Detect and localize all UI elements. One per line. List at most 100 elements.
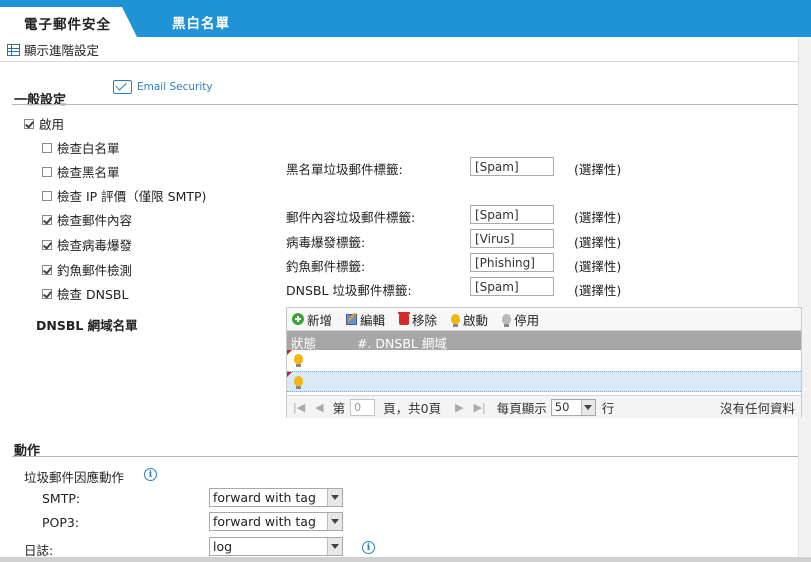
phishing-tag-optional: (選擇性) [574,259,622,274]
checkbox-checked-icon[interactable] [42,239,52,250]
phishing-tag-input[interactable] [470,253,554,272]
tab-black-white-list[interactable]: 黑白名單 [172,12,230,32]
blacklist-spam-tag-label: 黑名單垃圾郵件標籤: [286,162,403,177]
add-button[interactable]: 新增 [292,310,332,329]
check-virus-outbreak-checkbox[interactable]: 檢查病毒爆發 [42,235,132,254]
check-blacklist-checkbox[interactable]: 檢查黑名單 [42,162,120,181]
pop3-action-value: forward with tag [213,514,316,529]
pop3-action-select[interactable]: forward with tag [209,512,343,531]
email-security-logo-text: Email Security [137,81,213,93]
tab-email-security-label: 電子郵件安全 [24,17,111,33]
checkbox-icon[interactable] [42,190,52,201]
general-settings-title: 一般設定 [14,93,67,108]
checkbox-icon[interactable] [42,142,52,153]
table-row-selected[interactable] [287,371,801,392]
enable-label: 啟用 [39,117,65,132]
tab-email-security[interactable]: 電子郵件安全 [0,7,137,37]
virus-outbreak-tag-label: 病毒爆發標籤: [286,235,366,250]
deactivate-button[interactable]: 停用 [502,310,539,329]
per-page-value: 50 [554,400,570,414]
status-lightbulb-on-icon [294,354,303,367]
table-toolbar: 新增 編輯 移除 啟動 停用 [287,308,801,331]
dnsbl-spam-tag-optional: (選擇性) [574,283,622,298]
add-icon [292,313,304,325]
empty-table-text: 沒有任何資料 [719,400,795,416]
remove-label: 移除 [412,312,438,328]
check-dnsbl-checkbox[interactable]: 檢查 DNSBL [42,284,128,303]
checkbox-checked-icon[interactable] [42,214,52,225]
checkbox-checked-icon[interactable] [42,288,52,299]
check-ip-reputation-label: 檢查 IP 評價（僅限 SMTP) [57,189,207,204]
email-security-logo: Email Security [113,80,213,94]
phishing-detection-label: 釣魚郵件檢測 [57,263,133,278]
page-number-input[interactable] [350,398,376,416]
checkbox-checked-icon[interactable] [42,264,52,275]
dnsbl-spam-tag-label: DNSBL 垃圾郵件標籤: [286,283,412,298]
modified-marker-icon [287,350,292,355]
blacklist-spam-tag-optional: (選擇性) [574,162,622,177]
log-select[interactable]: log [209,537,343,556]
info-icon[interactable]: i [144,468,157,481]
status-lightbulb-on-icon [294,376,303,389]
page-total-label: 頁，共0頁 [383,400,442,416]
chevron-down-icon[interactable] [327,538,342,555]
per-page-select[interactable]: 50 [550,398,596,416]
log-value: log [213,539,233,554]
virus-outbreak-tag-optional: (選擇性) [574,235,622,250]
lightbulb-off-icon [502,314,512,327]
show-advanced-settings-label: 顯示進階設定 [24,43,100,58]
smtp-action-select[interactable]: forward with tag [209,488,343,507]
dnsbl-domain-table: 新增 編輯 移除 啟動 停用 狀態 #. DNSBL 網域 |◀ ◀ 第 0 頁… [286,307,802,418]
remove-button[interactable]: 移除 [398,310,438,329]
vertical-scrollbar[interactable] [798,37,811,562]
content-spam-tag-optional: (選擇性) [574,210,622,225]
checkbox-icon[interactable] [42,166,52,177]
phishing-detection-checkbox[interactable]: 釣魚郵件檢測 [42,260,132,279]
table-row[interactable] [287,350,801,371]
blacklist-spam-tag-input[interactable] [470,157,554,176]
per-page-label: 每頁顯示 [496,400,547,416]
trash-icon [398,311,411,325]
smtp-label: SMTP: [42,491,81,506]
virus-outbreak-tag-input[interactable] [470,229,554,248]
check-dnsbl-label: 檢查 DNSBL [57,287,129,302]
edit-button[interactable]: 編輯 [346,310,385,329]
info-icon[interactable]: i [362,541,375,554]
general-settings-divider [12,104,798,105]
checkbox-checked-icon[interactable] [24,118,34,129]
add-label: 新增 [307,312,333,328]
check-mail-content-checkbox[interactable]: 檢查郵件內容 [42,210,132,229]
activate-button[interactable]: 啟動 [451,310,488,329]
dnsbl-spam-tag-input[interactable] [470,277,554,296]
chevron-down-icon[interactable] [327,489,342,506]
last-page-icon[interactable]: ▶| [474,401,486,414]
modified-marker-icon [287,372,292,377]
chevron-down-icon[interactable] [327,513,342,530]
email-security-icon [113,80,132,94]
content-spam-tag-label: 郵件內容垃圾郵件標籤: [286,210,416,225]
deactivate-label: 停用 [514,312,540,328]
phishing-tag-label: 釣魚郵件標籤: [286,259,366,274]
show-advanced-settings-link[interactable]: 顯示進階設定 [7,40,99,59]
smtp-action-value: forward with tag [213,490,316,505]
edit-label: 編輯 [360,312,386,328]
table-pager: |◀ ◀ 第 頁，共0頁 ▶ ▶| 每頁顯示 50 行 沒有任何資料 [287,395,801,418]
content-spam-tag-input[interactable] [470,205,554,224]
next-page-icon[interactable]: ▶ [455,401,463,414]
pop3-label: POP3: [42,515,80,530]
enable-checkbox[interactable]: 啟用 [24,114,64,133]
previous-page-icon[interactable]: ◀ [315,401,323,414]
per-page-unit: 行 [601,400,615,416]
dnsbl-domain-list-label: DNSBL 網域名單 [36,318,138,333]
check-whitelist-label: 檢查白名單 [57,141,120,156]
first-page-icon[interactable]: |◀ [293,401,305,414]
chevron-down-icon[interactable] [580,399,595,415]
horizontal-scrollbar[interactable] [0,557,811,562]
spam-action-label: 垃圾郵件因應動作 [24,470,125,485]
table-header: 狀態 #. DNSBL 網域 [287,331,801,351]
page-prefix-label: 第 [332,400,346,416]
action-divider [12,456,798,457]
check-ip-reputation-checkbox[interactable]: 檢查 IP 評價（僅限 SMTP) [42,186,206,205]
check-whitelist-checkbox[interactable]: 檢查白名單 [42,138,120,157]
lightbulb-on-icon [451,314,461,327]
